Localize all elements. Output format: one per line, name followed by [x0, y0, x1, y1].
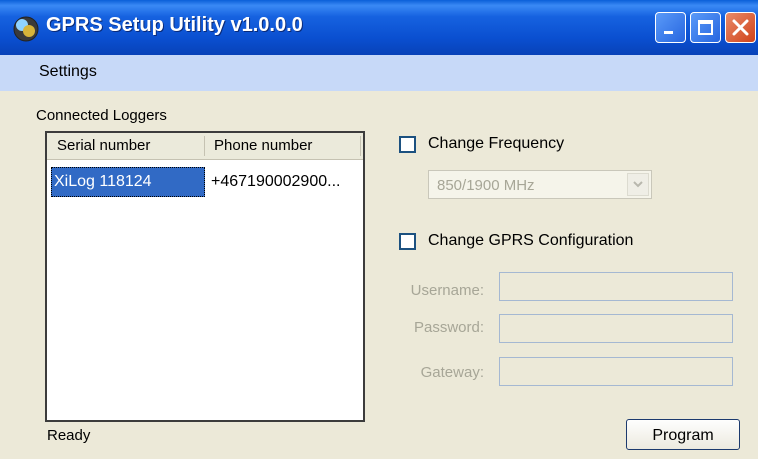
gateway-label: Gateway:: [420, 364, 484, 381]
menu-bar: Settings: [0, 55, 758, 91]
password-field[interactable]: [499, 314, 733, 343]
column-separator[interactable]: [360, 136, 361, 156]
minimize-button[interactable]: [655, 12, 686, 43]
app-globe-icon: [13, 16, 39, 42]
column-separator[interactable]: [204, 136, 205, 156]
title-bar[interactable]: GPRS Setup Utility v1.0.0.0: [0, 0, 758, 55]
frequency-select[interactable]: 850/1900 MHz: [428, 170, 652, 199]
change-gprs-label[interactable]: Change GPRS Configuration: [428, 232, 633, 250]
change-frequency-checkbox[interactable]: [399, 136, 416, 153]
main-window: GPRS Setup Utility v1.0.0.0 Settings Con…: [0, 0, 758, 459]
connected-loggers-label: Connected Loggers: [36, 107, 167, 124]
menu-settings[interactable]: Settings: [39, 63, 97, 81]
frequency-value: 850/1900 MHz: [437, 177, 535, 194]
column-phone-number[interactable]: Phone number: [214, 137, 312, 154]
chevron-down-icon: [633, 181, 643, 188]
phone-number-cell[interactable]: +467190002900...: [211, 173, 340, 191]
close-button[interactable]: [725, 12, 756, 43]
status-text: Ready: [47, 427, 91, 444]
change-gprs-checkbox[interactable]: [399, 233, 416, 250]
window-title: GPRS Setup Utility v1.0.0.0: [46, 14, 303, 36]
change-frequency-label[interactable]: Change Frequency: [428, 135, 564, 153]
list-header: Serial number Phone number: [47, 133, 363, 160]
dropdown-button[interactable]: [627, 173, 649, 196]
password-label: Password:: [413, 319, 484, 336]
minimize-icon: [664, 31, 673, 34]
column-serial-number[interactable]: Serial number: [57, 137, 150, 154]
maximize-icon: [698, 20, 713, 35]
maximize-button[interactable]: [690, 12, 721, 43]
program-button[interactable]: Program: [626, 419, 740, 450]
close-icon: [732, 19, 749, 36]
username-field[interactable]: [499, 272, 733, 301]
serial-number-cell[interactable]: XiLog 118124: [54, 173, 152, 191]
gateway-field[interactable]: [499, 357, 733, 386]
username-label: Username:: [410, 282, 484, 299]
loggers-list[interactable]: Serial number Phone number XiLog 118124 …: [45, 131, 365, 422]
